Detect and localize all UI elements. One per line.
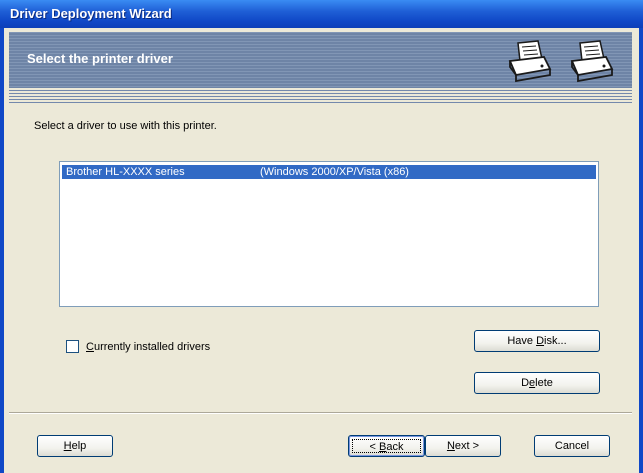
printer-icon xyxy=(570,40,614,83)
driver-listbox[interactable]: Brother HL-XXXX series (Windows 2000/XP/… xyxy=(59,161,599,307)
banner-divider xyxy=(9,90,632,104)
title-bar[interactable]: Driver Deployment Wizard xyxy=(0,0,643,28)
checkbox-label[interactable]: Currently installed drivers xyxy=(86,341,210,353)
page-title: Select the printer driver xyxy=(27,51,173,66)
window-border-right xyxy=(639,28,643,473)
help-button[interactable]: Help xyxy=(37,435,113,457)
delete-button[interactable]: Delete xyxy=(474,372,600,394)
have-disk-button[interactable]: Have Disk... xyxy=(474,330,600,352)
instruction-text: Select a driver to use with this printer… xyxy=(34,120,217,132)
printer-icon xyxy=(508,40,552,83)
bottom-separator xyxy=(9,412,632,414)
header-banner: Select the printer driver xyxy=(9,32,632,88)
installed-drivers-checkbox[interactable] xyxy=(66,340,79,353)
list-item[interactable]: Brother HL-XXXX series (Windows 2000/XP/… xyxy=(62,165,596,179)
focus-rect: < Back xyxy=(352,439,421,453)
driver-platform: (Windows 2000/XP/Vista (x86) xyxy=(260,166,409,178)
back-button[interactable]: < Back xyxy=(348,435,425,457)
cancel-button[interactable]: Cancel xyxy=(534,435,610,457)
driver-name: Brother HL-XXXX series xyxy=(66,166,185,178)
installed-drivers-option[interactable]: Currently installed drivers xyxy=(66,340,210,353)
next-button[interactable]: Next > xyxy=(425,435,501,457)
window-border-left xyxy=(0,28,4,473)
window-title: Driver Deployment Wizard xyxy=(10,6,172,21)
wizard-window: Driver Deployment Wizard Select the prin… xyxy=(0,0,643,473)
